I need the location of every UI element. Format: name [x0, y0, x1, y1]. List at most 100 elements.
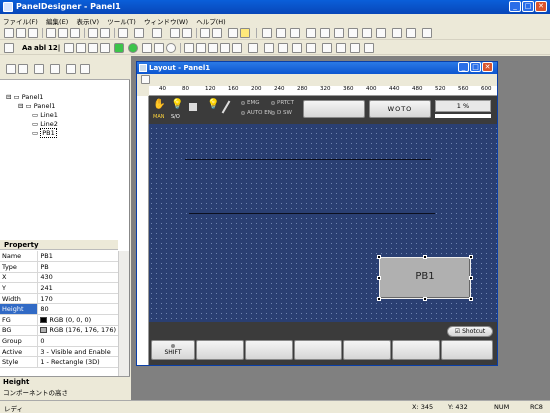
- property-row[interactable]: Active 3 - Visible and Enable: [0, 346, 118, 358]
- checkbox-tool-icon[interactable]: [88, 43, 98, 53]
- tree-item-panel-root[interactable]: ⊟ ▭ Panel1: [6, 93, 43, 101]
- pointer-tool-icon[interactable]: [4, 43, 14, 53]
- tree-expand-icon[interactable]: [34, 64, 44, 74]
- resize-handle[interactable]: [469, 276, 473, 280]
- property-row[interactable]: X 430: [0, 272, 118, 284]
- align-middle-icon[interactable]: [320, 28, 330, 38]
- menu-tools[interactable]: ツール(T): [104, 14, 139, 26]
- space-h-icon[interactable]: [392, 28, 402, 38]
- image-tool-icon[interactable]: [76, 43, 86, 53]
- order-back-icon[interactable]: [278, 43, 288, 53]
- resize-handle[interactable]: [469, 297, 473, 301]
- frame-tool-icon[interactable]: [64, 43, 74, 53]
- func-button-4[interactable]: [343, 340, 391, 360]
- redo-icon[interactable]: [100, 28, 110, 38]
- resize-handle[interactable]: [423, 297, 427, 301]
- ungroup-icon[interactable]: [306, 43, 316, 53]
- resize-handle[interactable]: [377, 276, 381, 280]
- copy-icon[interactable]: [58, 28, 68, 38]
- pointer-icon[interactable]: [200, 28, 210, 38]
- line2[interactable]: [189, 213, 435, 214]
- maximize-button[interactable]: □: [522, 1, 534, 12]
- button-tool-icon[interactable]: [100, 43, 110, 53]
- align-top-icon[interactable]: [306, 28, 316, 38]
- property-row[interactable]: Height 80: [0, 303, 118, 316]
- layout-close-button[interactable]: ✕: [482, 62, 493, 72]
- layer-up-icon[interactable]: [322, 43, 332, 53]
- property-value[interactable]: RGB (176, 176, 176): [37, 325, 118, 337]
- line-tool-icon[interactable]: [142, 43, 152, 53]
- lamp-tool-icon[interactable]: [114, 43, 124, 53]
- minimize-button[interactable]: _: [509, 1, 521, 12]
- property-value[interactable]: RGB (0, 0, 0): [37, 314, 118, 326]
- layer-down-icon[interactable]: [336, 43, 346, 53]
- label-tool[interactable]: Aa: [22, 44, 32, 52]
- undo-icon[interactable]: [88, 28, 98, 38]
- shift-button[interactable]: SHIFT: [151, 340, 195, 360]
- new-icon[interactable]: [4, 28, 14, 38]
- property-row[interactable]: BG RGB (176, 176, 176): [0, 325, 118, 337]
- same-width-icon[interactable]: [362, 28, 372, 38]
- group-icon[interactable]: [292, 43, 302, 53]
- property-row[interactable]: Style 1 - Rectangle (3D): [0, 356, 118, 369]
- link-tool-icon[interactable]: [248, 43, 258, 53]
- property-value[interactable]: 241: [37, 282, 118, 294]
- cut-icon[interactable]: [46, 28, 56, 38]
- align-center-icon[interactable]: [276, 28, 286, 38]
- tree-item-line1[interactable]: ▭ Line1: [32, 111, 58, 119]
- meter-tool-icon[interactable]: [220, 43, 230, 53]
- rect-tool-icon[interactable]: [154, 43, 164, 53]
- property-row[interactable]: Y 241: [0, 282, 118, 294]
- hand-icon[interactable]: [212, 28, 222, 38]
- close-button[interactable]: ✕: [535, 1, 547, 12]
- help-icon[interactable]: [152, 28, 162, 38]
- layout-page-icon[interactable]: [141, 75, 150, 84]
- lock-icon[interactable]: [350, 43, 360, 53]
- property-row[interactable]: Width 170: [0, 293, 118, 305]
- property-row[interactable]: Group 0: [0, 335, 118, 347]
- order-front-icon[interactable]: [264, 43, 274, 53]
- tree-item-panel[interactable]: ⊟ ▭ Panel1: [18, 102, 55, 110]
- unlock-icon[interactable]: [364, 43, 374, 53]
- ellipse-tool-icon[interactable]: [166, 43, 176, 53]
- menu-view[interactable]: 表示(V): [73, 14, 102, 26]
- pb1-button[interactable]: PB1: [379, 257, 471, 299]
- woto-display-button[interactable]: WOTO: [369, 100, 431, 118]
- table-tool-icon[interactable]: [196, 43, 206, 53]
- resize-handle[interactable]: [469, 255, 473, 259]
- menu-edit[interactable]: 編集(E): [43, 14, 71, 26]
- property-scrollbar[interactable]: [118, 251, 129, 376]
- func-button-1[interactable]: [196, 340, 244, 360]
- textbox-tool[interactable]: abl: [34, 44, 46, 52]
- tree-layers-icon[interactable]: [18, 64, 28, 74]
- menu-file[interactable]: ファイル(F): [0, 14, 41, 26]
- resize-handle[interactable]: [377, 297, 381, 301]
- property-row[interactable]: Name PB1: [0, 251, 118, 263]
- center-h-icon[interactable]: [422, 28, 432, 38]
- func-button-5[interactable]: [392, 340, 440, 360]
- tree-view-icon[interactable]: [6, 64, 16, 74]
- grid-icon[interactable]: [228, 28, 238, 38]
- line1[interactable]: [185, 159, 431, 160]
- tree-collapse-icon[interactable]: [50, 64, 60, 74]
- tree-item-pb1[interactable]: ▭ PB1: [32, 128, 57, 138]
- func-button-6[interactable]: [441, 340, 493, 360]
- number-tool[interactable]: 12|: [48, 44, 60, 52]
- align-bottom-icon[interactable]: [334, 28, 344, 38]
- save-icon[interactable]: [28, 28, 38, 38]
- clock-tool-icon[interactable]: [232, 43, 242, 53]
- panel-tool-icon[interactable]: [184, 43, 194, 53]
- tree-item-line2[interactable]: ▭ Line2: [32, 120, 58, 128]
- property-value[interactable]: 430: [37, 272, 118, 284]
- align-right-icon[interactable]: [290, 28, 300, 38]
- property-value[interactable]: 0: [37, 335, 118, 347]
- highlight-icon[interactable]: [240, 28, 250, 38]
- property-value[interactable]: 1 - Rectangle (3D): [37, 356, 118, 369]
- tree-up-icon[interactable]: [66, 64, 76, 74]
- func-button-3[interactable]: [294, 340, 342, 360]
- space-v-icon[interactable]: [406, 28, 416, 38]
- layout-minimize-button[interactable]: _: [458, 62, 469, 72]
- property-value[interactable]: 80: [37, 303, 118, 316]
- func-button-2[interactable]: [245, 340, 293, 360]
- layout-maximize-button[interactable]: □: [470, 62, 481, 72]
